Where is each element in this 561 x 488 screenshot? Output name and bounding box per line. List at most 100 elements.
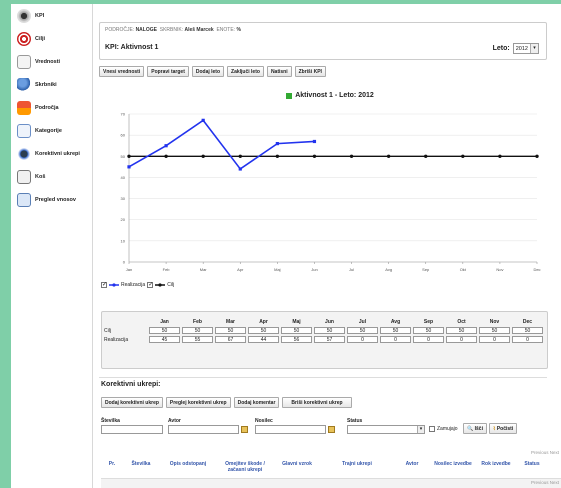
- table-cell: 0: [380, 336, 411, 343]
- sidebar-item-skrbniki[interactable]: Skrbniki: [11, 73, 92, 96]
- breadcrumb-value: %: [236, 27, 241, 33]
- pager-top[interactable]: Previous Next: [531, 450, 559, 455]
- month-header: Mar: [226, 318, 235, 325]
- table-cell: 50: [479, 327, 510, 334]
- sidebar-item-cilji[interactable]: Cilji: [11, 27, 92, 50]
- year-label: Leto:: [492, 45, 510, 52]
- x-tick-label: Jun: [311, 267, 317, 272]
- status-filter-select[interactable]: ▾: [347, 425, 425, 434]
- search-button[interactable]: 🔍 Išči: [463, 423, 487, 434]
- month-header: Feb: [193, 318, 202, 325]
- sidebar-item-kpi[interactable]: KPI: [11, 4, 92, 27]
- sidebar-item-label: Pregled vnosov: [35, 196, 76, 203]
- sidebar-item-label: Korektivni ukrepi: [35, 150, 80, 157]
- table-cell: 50: [149, 327, 180, 334]
- kpi-toolbar: Vnesi vrednosti Popravi target Dodaj let…: [99, 66, 326, 77]
- realizacija-checkbox[interactable]: [101, 281, 107, 288]
- reset-button-label: Počisti: [496, 426, 514, 432]
- x-tick-label: Mar: [200, 267, 208, 272]
- section-divider: [99, 377, 547, 378]
- enter-values-button[interactable]: Vnesi vrednosti: [99, 66, 145, 77]
- edit-target-button[interactable]: Popravi target: [147, 66, 189, 77]
- add-corrective-button[interactable]: Dodaj korektivni ukrep: [101, 397, 163, 408]
- add-year-button[interactable]: Dodaj leto: [191, 66, 225, 77]
- month-header: Jan: [160, 318, 169, 325]
- add-comment-button[interactable]: Dodaj komentar: [233, 397, 280, 408]
- column-header[interactable]: Številka: [123, 457, 159, 478]
- year-selector: Leto: 2012 ▾: [493, 43, 539, 54]
- cilj-legend-label: Cilj: [167, 282, 175, 288]
- y-tick-label: 40: [121, 175, 126, 180]
- delete-corrective-button[interactable]: Briši korektivni ukrep: [282, 397, 352, 408]
- sidebar-item-label: Koš: [35, 173, 46, 180]
- cilj-checkbox[interactable]: [147, 281, 153, 288]
- search-icon: 🔍: [467, 426, 474, 432]
- table-cell: 50: [446, 327, 477, 334]
- column-header[interactable]: Glavni vzrok: [273, 457, 321, 478]
- table-footer: [101, 478, 561, 488]
- row-header-spacer: [104, 317, 148, 326]
- breadcrumb-key: ENOTE:: [216, 27, 236, 33]
- close-year-button[interactable]: Zaključi leto: [227, 66, 264, 77]
- x-tick-label: Apr: [237, 267, 244, 272]
- sidebar-item-vrednosti[interactable]: Vrednosti: [11, 50, 92, 73]
- areas-icon: [17, 100, 31, 115]
- reset-button[interactable]: ⌇ Počisti: [489, 423, 518, 434]
- column-header[interactable]: Status: [517, 457, 547, 478]
- sidebar-item-kategorije[interactable]: Kategorije: [11, 119, 92, 142]
- data-point: [312, 139, 317, 144]
- sidebar-item-korektivni-ukrepi[interactable]: Korektivni ukrepi: [11, 142, 92, 165]
- table-cell: 50: [182, 327, 213, 334]
- owner-filter-label: Nosilec: [255, 418, 273, 424]
- status-filter-label: Status: [347, 418, 363, 424]
- author-filter-input[interactable]: [168, 425, 239, 434]
- chart-legend: Realizacija Cilj: [101, 281, 175, 288]
- values-table: Jan Feb Mar Apr Maj Jun Jul Avg Sep Oct …: [104, 317, 544, 344]
- delete-kpi-button[interactable]: Zbriši KPI: [294, 66, 326, 77]
- chevron-down-icon: ▾: [417, 426, 424, 433]
- column-header[interactable]: Omejitev škode / začasni ukrepi: [217, 457, 273, 478]
- column-header[interactable]: Opis odstopanj: [159, 457, 217, 478]
- table-cell: 44: [248, 336, 279, 343]
- late-checkbox[interactable]: [429, 426, 435, 432]
- print-button[interactable]: Natisni: [266, 66, 292, 77]
- author-picker-icon[interactable]: [241, 426, 248, 433]
- month-header: Jun: [325, 318, 334, 325]
- column-header[interactable]: Avtor: [393, 457, 431, 478]
- month-header: Oct: [457, 318, 466, 325]
- corrective-icon: [17, 146, 31, 161]
- pager-bottom[interactable]: Previous Next: [531, 480, 559, 485]
- y-tick-label: 30: [121, 196, 126, 201]
- line-chart: 0 10 20 30 40 50 60 70 Jan Feb Mar Apr Maj Jun Jul Avg S…: [121, 112, 541, 273]
- owner-picker-icon[interactable]: [328, 426, 335, 433]
- trash-icon: [17, 169, 31, 184]
- month-header: Sep: [423, 318, 434, 325]
- users-icon: [17, 77, 31, 92]
- late-filter[interactable]: Zamujajo: [429, 426, 458, 432]
- data-point: [312, 154, 317, 158]
- column-header[interactable]: Rok izvedbe: [475, 457, 517, 478]
- late-label: Zamujajo: [437, 426, 458, 432]
- chart-title: Aktivnost 1 - Leto: 2012: [99, 92, 561, 99]
- column-header[interactable]: Pr.: [101, 457, 123, 478]
- table-cell: 0: [479, 336, 510, 343]
- owner-filter-input[interactable]: [255, 425, 326, 434]
- month-header: Jul: [358, 318, 367, 325]
- year-select[interactable]: 2012 ▾: [512, 43, 539, 54]
- sidebar-item-label: Področja: [35, 104, 59, 111]
- table-cell: 50: [314, 327, 345, 334]
- table-cell: 56: [281, 336, 312, 343]
- sidebar-item-pregled-vnosov[interactable]: Pregled vnosov: [11, 188, 92, 211]
- values-table-panel: Jan Feb Mar Apr Maj Jun Jul Avg Sep Oct …: [101, 311, 548, 369]
- month-header: Maj: [292, 318, 301, 325]
- number-filter-input[interactable]: [101, 425, 163, 434]
- data-point: [238, 167, 242, 171]
- view-corrective-button[interactable]: Preglej korektivni ukrep: [165, 397, 231, 408]
- x-tick-label: Okt: [460, 267, 467, 272]
- column-header[interactable]: Nosilec izvedbe: [431, 457, 475, 478]
- month-header: Nov: [489, 318, 500, 325]
- corrective-section-title: Korektivni ukrepi:: [101, 381, 161, 388]
- sidebar-item-podrocja[interactable]: Področja: [11, 96, 92, 119]
- column-header[interactable]: Trajni ukrepi: [321, 457, 393, 478]
- sidebar-item-kos[interactable]: Koš: [11, 165, 92, 188]
